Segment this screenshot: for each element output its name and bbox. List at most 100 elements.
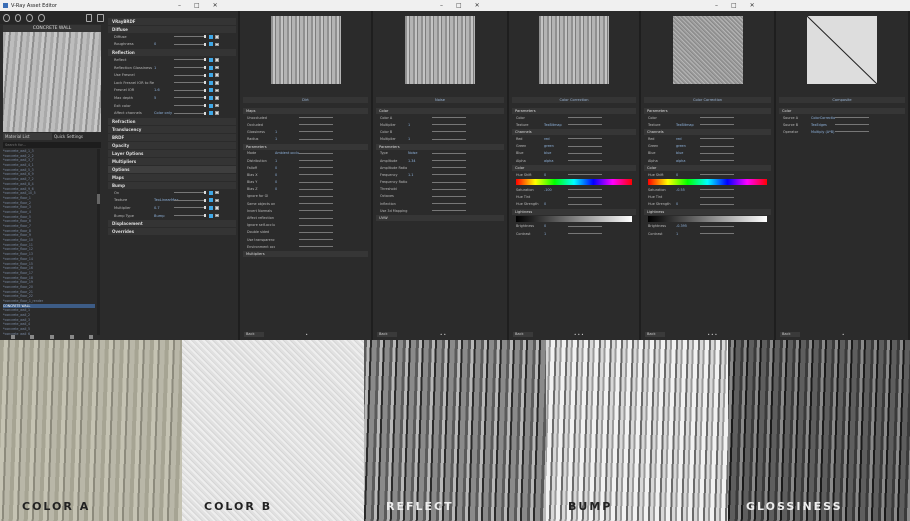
enable-checkbox[interactable] (215, 42, 219, 47)
materials-icon[interactable] (3, 13, 10, 22)
property-slider[interactable] (174, 206, 206, 210)
property-slider[interactable] (174, 111, 206, 115)
enable-checkbox[interactable] (215, 88, 219, 93)
maximize-icon[interactable]: □ (194, 2, 200, 9)
section-options[interactable]: Options (108, 165, 236, 173)
enable-checkbox[interactable] (215, 103, 219, 108)
close-icon[interactable]: ✕ (750, 2, 755, 9)
param-slider[interactable] (299, 152, 333, 154)
property-slider[interactable] (174, 96, 206, 100)
param-slider[interactable] (432, 167, 466, 169)
delete-icon[interactable] (69, 335, 74, 339)
param-slider[interactable] (432, 210, 466, 212)
param-slider[interactable] (568, 225, 602, 227)
param-value[interactable]: 1 (408, 137, 432, 141)
param-slider[interactable] (700, 117, 734, 119)
maximize-icon[interactable]: □ (731, 2, 737, 9)
param-value[interactable]: 1 (275, 159, 299, 163)
property-slider[interactable] (174, 42, 206, 46)
hue-spectrum[interactable] (648, 179, 767, 186)
param-slider[interactable] (568, 152, 602, 154)
map-slot-icon[interactable] (209, 73, 213, 78)
minimize-icon[interactable]: – (715, 2, 718, 9)
hue-spectrum[interactable] (516, 179, 632, 186)
param-slider[interactable] (835, 117, 869, 119)
enable-checkbox[interactable] (215, 206, 219, 210)
param-value[interactable]: 1 (408, 123, 432, 127)
lights-icon[interactable] (14, 13, 22, 22)
param-value[interactable]: alpha (544, 159, 568, 163)
map-slot-icon[interactable] (209, 198, 213, 203)
param-slider[interactable] (299, 117, 333, 119)
node-section[interactable]: UVW (376, 215, 504, 222)
param-slider[interactable] (568, 145, 602, 147)
param-slider[interactable] (568, 196, 602, 198)
param-value[interactable]: 0 (275, 166, 299, 170)
map-slot-icon[interactable] (209, 111, 213, 116)
param-slider[interactable] (299, 224, 333, 226)
tab-quick-settings[interactable]: Quick Settings (52, 133, 101, 140)
map-slot-icon[interactable] (209, 95, 213, 100)
param-value[interactable]: 1 (275, 137, 299, 141)
back-button[interactable]: Back (780, 332, 800, 337)
property-slider[interactable] (174, 191, 206, 195)
enable-checkbox[interactable] (215, 213, 219, 218)
param-value[interactable]: TexBitmap (544, 123, 568, 127)
enable-checkbox[interactable] (215, 111, 219, 115)
param-slider[interactable] (299, 167, 333, 169)
textures-icon[interactable] (97, 13, 105, 22)
lightness-gradient[interactable] (516, 215, 632, 222)
param-slider[interactable] (700, 160, 734, 162)
map-slot-icon[interactable] (209, 65, 213, 70)
property-value[interactable]: 0 (154, 42, 174, 46)
param-slider[interactable] (299, 160, 333, 162)
settings-icon[interactable] (38, 13, 45, 22)
map-slot-icon[interactable] (209, 190, 213, 195)
param-value[interactable]: 0 (544, 173, 568, 177)
param-value[interactable]: -100 (544, 188, 568, 192)
param-slider[interactable] (568, 233, 602, 235)
param-slider[interactable] (432, 203, 466, 205)
param-value[interactable]: red (544, 137, 568, 141)
param-value[interactable]: -0.395 (676, 224, 700, 228)
property-value[interactable]: 1.6 (154, 88, 174, 92)
property-value[interactable]: TexLinearMax (154, 198, 178, 202)
param-slider[interactable] (568, 124, 602, 126)
property-slider[interactable] (174, 35, 206, 39)
param-value[interactable]: Noise (408, 151, 432, 155)
param-slider[interactable] (568, 189, 602, 191)
section-reflection[interactable]: Reflection (108, 49, 236, 57)
property-slider[interactable] (174, 58, 206, 62)
enable-checkbox[interactable] (215, 58, 219, 62)
param-slider[interactable] (299, 203, 333, 205)
param-slider[interactable] (700, 189, 734, 191)
param-slider[interactable] (432, 124, 466, 126)
param-value[interactable]: 1.34 (408, 159, 432, 163)
param-slider[interactable] (432, 138, 466, 140)
param-value[interactable]: 0 (676, 173, 700, 177)
property-value[interactable]: Color only (154, 111, 174, 115)
param-slider[interactable] (700, 203, 734, 205)
param-slider[interactable] (700, 152, 734, 154)
map-slot-icon[interactable] (209, 88, 213, 93)
param-slider[interactable] (299, 124, 333, 126)
enable-checkbox[interactable] (215, 65, 219, 70)
property-value[interactable]: 0.7 (154, 206, 174, 210)
param-slider[interactable] (299, 246, 333, 248)
param-value[interactable]: blue (544, 151, 568, 155)
back-button[interactable]: Back (244, 332, 264, 337)
brdf-header[interactable]: VRayBRDF (108, 18, 236, 25)
param-slider[interactable] (568, 160, 602, 162)
param-value[interactable]: Ambient occlusion (275, 151, 299, 155)
param-value[interactable]: 0 (676, 202, 700, 206)
param-value[interactable]: 1 (676, 232, 700, 236)
map-slot-icon[interactable] (209, 205, 213, 210)
param-slider[interactable] (299, 181, 333, 183)
property-value[interactable]: 5 (154, 96, 174, 100)
param-slider[interactable] (432, 188, 466, 190)
param-value[interactable]: TexBitmap (676, 123, 700, 127)
param-value[interactable]: red (676, 137, 700, 141)
param-slider[interactable] (299, 174, 333, 176)
param-value[interactable]: 0 (544, 202, 568, 206)
param-slider[interactable] (299, 138, 333, 140)
